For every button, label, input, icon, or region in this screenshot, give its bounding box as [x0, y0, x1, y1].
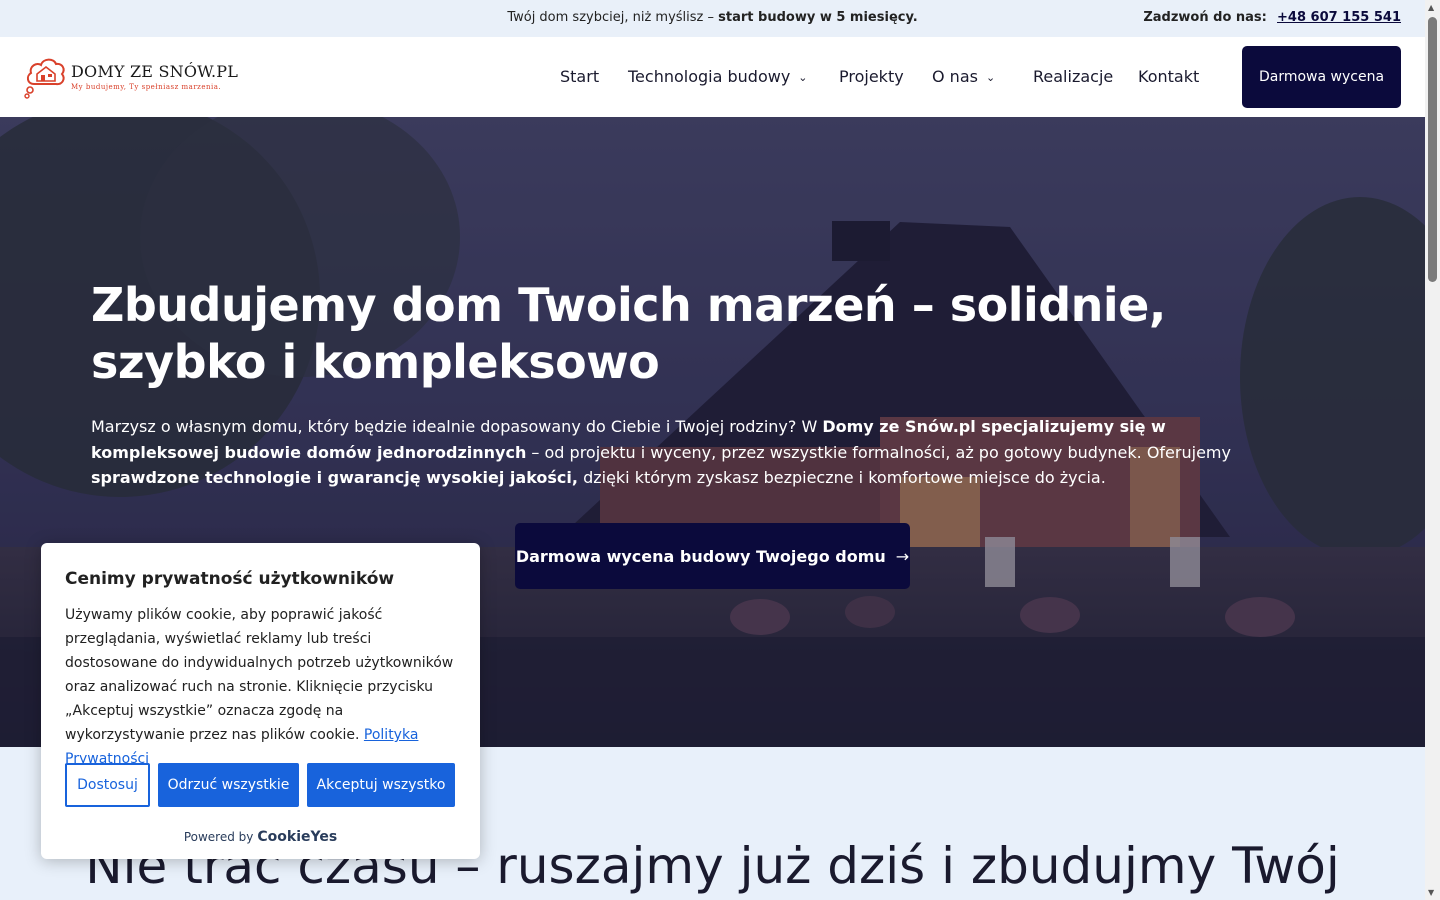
- powered-by-label: Powered by: [183, 830, 254, 844]
- nav-item-start[interactable]: Start: [560, 67, 599, 86]
- free-quote-button[interactable]: Darmowa wycena: [1242, 46, 1401, 108]
- nav-item-projekty[interactable]: Projekty: [839, 67, 904, 86]
- logo-brand: DOMY ZE SNÓW.PL: [71, 62, 239, 81]
- reject-all-button[interactable]: Odrzuć wszystkie: [158, 763, 299, 807]
- house-cloud-logo-icon: [24, 58, 65, 99]
- scrollbar-thumb[interactable]: [1428, 17, 1437, 282]
- page-scrollbar[interactable]: ▲ ▼: [1425, 0, 1440, 900]
- nav-label: O nas: [932, 67, 978, 86]
- arrow-right-icon: →: [895, 546, 910, 566]
- hero-description: Marzysz o własnym domu, który będzie ide…: [91, 414, 1281, 491]
- powered-by: Powered by CookieYes: [41, 829, 480, 845]
- hero-quote-button[interactable]: Darmowa wycena budowy Twojego domu →: [515, 523, 910, 589]
- site-header: DOMY ZE SNÓW.PL My budujemy, Ty spełnias…: [0, 37, 1425, 117]
- phone-link[interactable]: +48 607 155 541: [1277, 10, 1401, 25]
- phone-contact: Zadzwoń do nas: +48 607 155 541: [1143, 10, 1401, 25]
- cookie-body-text: Używamy plików cookie, aby poprawić jako…: [65, 607, 454, 743]
- accept-all-button[interactable]: Akceptuj wszystko: [307, 763, 455, 807]
- chevron-down-icon: ⌄: [985, 71, 996, 84]
- nav-item-o-nas[interactable]: O nas ⌄: [932, 67, 995, 86]
- cookie-title: Cenimy prywatność użytkowników: [65, 569, 395, 589]
- nav-item-technologia[interactable]: Technologia budowy ⌄: [628, 67, 808, 86]
- nav-item-realizacje[interactable]: Realizacje: [1033, 67, 1113, 86]
- hero-title: Zbudujemy dom Twoich marzeń – solidnie, …: [91, 278, 1166, 389]
- logo[interactable]: DOMY ZE SNÓW.PL My budujemy, Ty spełnias…: [24, 54, 238, 100]
- hero-text-part: – od projektu i wyceny, przez wszystkie …: [526, 442, 1231, 462]
- scroll-down-arrow-icon[interactable]: ▼: [1428, 888, 1434, 897]
- nav-label: Projekty: [839, 67, 904, 86]
- hero-cta-label: Darmowa wycena budowy Twojego domu: [515, 546, 886, 566]
- nav-label: Start: [560, 67, 600, 86]
- logo-tagline: My budujemy, Ty spełniasz marzenia.: [71, 83, 222, 91]
- nav-label: Realizacje: [1033, 67, 1114, 86]
- top-bar: Twój dom szybciej, niż myślisz – start b…: [0, 0, 1425, 37]
- promo-highlight: start budowy w 5 miesięcy.: [718, 10, 918, 25]
- hero-text-part: Marzysz o własnym domu, który będzie ide…: [91, 417, 823, 436]
- promo-prefix: Twój dom szybciej, niż myślisz –: [507, 10, 719, 25]
- scroll-up-arrow-icon[interactable]: ▲: [1428, 3, 1434, 12]
- phone-label: Zadzwoń do nas:: [1143, 10, 1267, 25]
- nav-label: Technologia budowy: [628, 67, 791, 86]
- cookie-consent-banner: Cenimy prywatność użytkowników Używamy p…: [41, 543, 480, 859]
- cookie-description: Używamy plików cookie, aby poprawić jako…: [65, 603, 460, 771]
- cookieyes-logo[interactable]: CookieYes: [257, 829, 337, 845]
- nav-item-kontakt[interactable]: Kontakt: [1138, 67, 1199, 86]
- hero-text-part: dzięki którym zyskasz bezpieczne i komfo…: [577, 468, 1106, 487]
- hero-text-bold: sprawdzone technologie i gwarancję wysok…: [91, 468, 578, 487]
- nav-label: Kontakt: [1138, 67, 1200, 86]
- chevron-down-icon: ⌄: [798, 71, 808, 84]
- customize-button[interactable]: Dostosuj: [65, 763, 150, 807]
